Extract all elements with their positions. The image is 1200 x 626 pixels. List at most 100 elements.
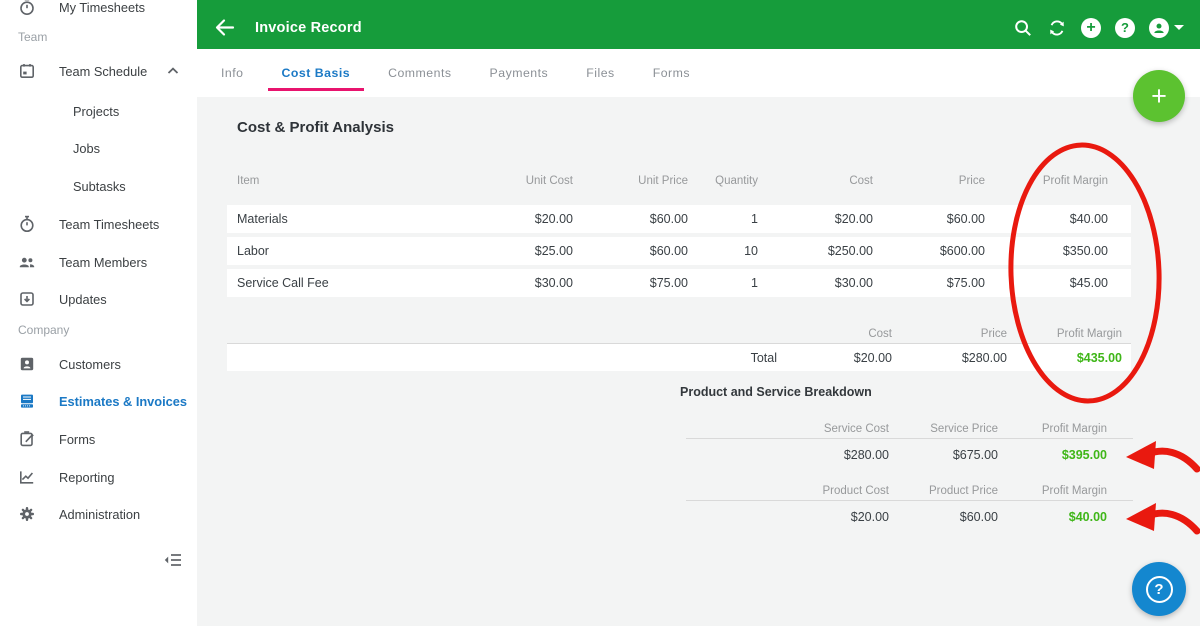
page-title: Invoice Record — [255, 19, 362, 36]
back-arrow-icon[interactable] — [213, 16, 237, 40]
tab-comments[interactable]: Comments — [388, 49, 451, 97]
sidebar-item-subtasks[interactable]: Subtasks — [0, 172, 197, 200]
col-service-cost: Service Cost — [823, 423, 889, 435]
clipboard-pencil-icon — [18, 430, 36, 448]
tab-forms[interactable]: Forms — [653, 49, 690, 97]
product-breakdown-table: Product Cost Product Price Profit Margin… — [686, 485, 1133, 525]
cell-unit-price: $60.00 — [649, 212, 688, 226]
sidebar-item-my-timesheets[interactable]: My Timesheets — [0, 0, 197, 21]
content-area: Cost & Profit Analysis Item Unit Cost Un… — [197, 97, 1200, 626]
sidebar-item-label: Customers — [59, 356, 121, 372]
col-profit-margin: Profit Margin — [1042, 175, 1108, 187]
people-icon — [18, 253, 36, 271]
line-chart-icon — [18, 468, 36, 486]
sidebar-item-label: Team Timesheets — [59, 216, 160, 232]
sidebar-item-label: Jobs — [73, 140, 101, 156]
product-cost-value: $20.00 — [850, 510, 889, 524]
sidebar-item-projects[interactable]: Projects — [0, 97, 197, 125]
sidebar-item-jobs[interactable]: Jobs — [0, 134, 197, 162]
add-record-fab[interactable]: + — [1133, 70, 1185, 122]
col-service-profit-margin: Profit Margin — [1041, 423, 1107, 435]
sidebar-collapse-icon[interactable] — [162, 549, 184, 571]
cell-unit-price: $75.00 — [649, 276, 688, 290]
cell-price: $75.00 — [946, 276, 985, 290]
sidebar-item-label: Updates — [59, 291, 107, 307]
help-question-icon: ? — [1145, 575, 1173, 603]
cell-cost: $250.00 — [827, 244, 873, 258]
cell-unit-cost: $30.00 — [534, 276, 573, 290]
service-cost-value: $280.00 — [843, 448, 889, 462]
sync-icon[interactable] — [1047, 18, 1067, 38]
tab-payments[interactable]: Payments — [490, 49, 549, 97]
sidebar-item-team-timesheets[interactable]: Team Timesheets — [0, 210, 197, 238]
service-profit-margin-value: $395.00 — [1061, 448, 1107, 462]
col-product-profit-margin: Profit Margin — [1041, 485, 1107, 497]
service-breakdown-table: Service Cost Service Price Profit Margin… — [686, 423, 1133, 463]
cell-profit-margin: $40.00 — [1069, 212, 1108, 226]
cell-quantity: 10 — [744, 244, 758, 258]
help-icon[interactable]: ? — [1115, 17, 1135, 38]
tab-info[interactable]: Info — [221, 49, 244, 97]
cell-unit-price: $60.00 — [649, 244, 688, 258]
totals-header-row: Cost Price Profit Margin — [227, 327, 1131, 343]
sidebar-item-forms[interactable]: Forms — [0, 425, 197, 453]
service-breakdown-values: $280.00 $675.00 $395.00 — [686, 439, 1133, 463]
col-product-cost: Product Cost — [822, 485, 889, 497]
cell-cost: $20.00 — [834, 212, 873, 226]
sidebar-section-company: Company — [18, 323, 70, 337]
cell-item: Labor — [237, 244, 269, 258]
sidebar-item-administration[interactable]: Administration — [0, 500, 197, 528]
account-menu[interactable] — [1149, 17, 1184, 38]
calendar-icon — [18, 62, 36, 80]
cell-profit-margin: $350.00 — [1062, 244, 1108, 258]
chevron-up-icon[interactable] — [164, 62, 182, 80]
search-icon[interactable] — [1013, 18, 1033, 38]
help-fab[interactable]: ? — [1132, 562, 1186, 616]
table-row-materials[interactable]: Materials $20.00 $60.00 1 $20.00 $60.00 … — [227, 205, 1131, 233]
customer-badge-icon — [18, 355, 36, 373]
table-row-service-call-fee[interactable]: Service Call Fee $30.00 $75.00 1 $30.00 … — [227, 269, 1131, 297]
sidebar-item-estimates-invoices[interactable]: Estimates & Invoices — [0, 387, 197, 415]
sidebar-item-updates[interactable]: Updates — [0, 285, 197, 313]
chevron-down-icon — [1174, 25, 1184, 30]
col-unit-cost: Unit Cost — [525, 175, 573, 187]
sidebar: My Timesheets Team Team Schedule Project… — [0, 0, 197, 626]
account-icon — [1149, 17, 1169, 38]
sidebar-item-customers[interactable]: Customers — [0, 350, 197, 378]
col-total-profit-margin: Profit Margin — [1056, 328, 1122, 340]
sidebar-item-team-members[interactable]: Team Members — [0, 248, 197, 276]
sidebar-section-team: Team — [18, 30, 48, 44]
add-icon[interactable]: + — [1081, 17, 1101, 38]
top-app-bar: Invoice Record + ? — [197, 0, 1200, 49]
sidebar-item-label: Team Schedule — [59, 63, 148, 79]
sidebar-item-label: Subtasks — [73, 178, 126, 194]
invoice-icon — [18, 392, 36, 410]
cell-cost: $30.00 — [834, 276, 873, 290]
col-total-price: Price — [980, 328, 1007, 340]
product-breakdown-values: $20.00 $60.00 $40.00 — [686, 501, 1133, 525]
sidebar-item-label: Administration — [59, 506, 141, 522]
cell-item: Service Call Fee — [237, 276, 329, 290]
sidebar-item-reporting[interactable]: Reporting — [0, 463, 197, 491]
inbox-download-icon — [18, 290, 36, 308]
totals-table: Cost Price Profit Margin Total $20.00 $2… — [227, 327, 1131, 371]
table-row-labor[interactable]: Labor $25.00 $60.00 10 $250.00 $600.00 $… — [227, 237, 1131, 265]
sidebar-item-label: My Timesheets — [59, 0, 146, 15]
col-total-cost: Cost — [868, 328, 892, 340]
cell-quantity: 1 — [751, 276, 758, 290]
totals-row: Total $20.00 $280.00 $435.00 — [227, 344, 1131, 371]
col-cost: Cost — [849, 175, 873, 187]
sidebar-item-label: Forms — [59, 431, 96, 447]
stopwatch-icon — [18, 215, 36, 233]
record-tabs: Info Cost Basis Comments Payments Files … — [197, 49, 1200, 97]
sidebar-item-label: Projects — [73, 103, 120, 119]
col-unit-price: Unit Price — [638, 175, 688, 187]
sidebar-item-team-schedule[interactable]: Team Schedule — [0, 57, 197, 85]
topbar-actions: + ? — [1013, 17, 1184, 38]
total-profit-margin-value: $435.00 — [1076, 350, 1122, 365]
sidebar-item-label: Reporting — [59, 469, 115, 485]
sidebar-item-label: Estimates & Invoices — [59, 393, 188, 409]
tab-cost-basis[interactable]: Cost Basis — [267, 49, 364, 97]
col-product-price: Product Price — [928, 485, 998, 497]
tab-files[interactable]: Files — [586, 49, 614, 97]
